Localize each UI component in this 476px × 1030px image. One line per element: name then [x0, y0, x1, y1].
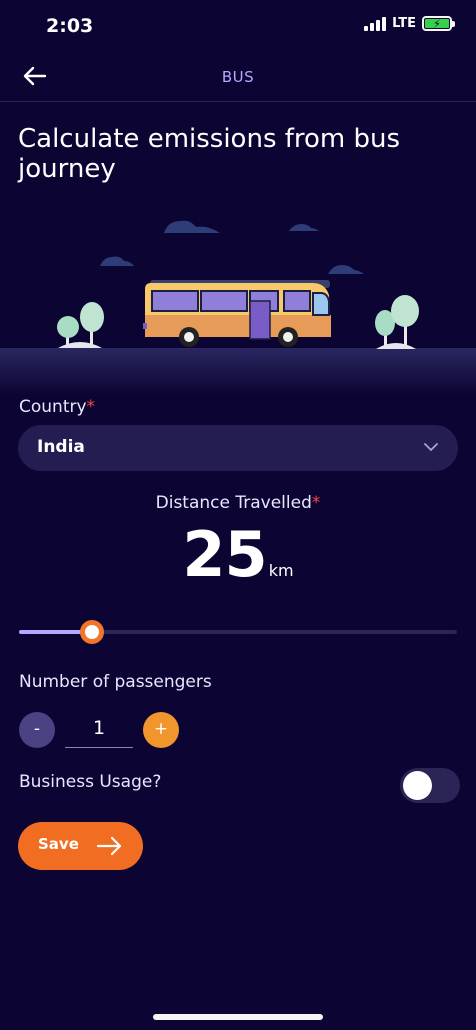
status-bar: 2:03 LTE ⚡: [0, 0, 476, 52]
distance-readout: 25 km: [0, 518, 476, 591]
decrement-button[interactable]: -: [19, 712, 55, 748]
save-label: Save: [38, 835, 79, 853]
passengers-label: Number of passengers: [19, 672, 212, 692]
distance-slider[interactable]: [19, 619, 457, 645]
page-title: Calculate emissions from bus journey: [18, 124, 401, 184]
passengers-input[interactable]: 1: [65, 714, 133, 748]
distance-label: Distance Travelled*: [155, 493, 321, 513]
tree-icon: [375, 295, 419, 349]
save-button[interactable]: Save: [18, 822, 143, 870]
country-value: India: [37, 437, 85, 457]
country-select[interactable]: India: [18, 425, 458, 471]
required-mark: *: [311, 493, 321, 513]
cloud-icon: [100, 220, 364, 274]
chevron-down-icon: [424, 443, 438, 452]
battery-icon: ⚡: [422, 16, 455, 31]
passengers-stepper: - 1 +: [19, 711, 181, 751]
country-label: Country*: [19, 397, 96, 417]
screen: 2:03 LTE ⚡ BUS Calculate emissions from …: [0, 0, 476, 1030]
status-time: 2:03: [46, 15, 94, 37]
distance-unit: km: [268, 561, 294, 580]
business-usage-label: Business Usage?: [19, 772, 162, 792]
tree-icon: [57, 302, 104, 348]
slider-thumb[interactable]: [80, 620, 105, 644]
distance-value: 25: [182, 518, 267, 591]
nav-bar: BUS: [0, 52, 476, 102]
business-usage-toggle[interactable]: [400, 768, 460, 803]
bus-icon: [143, 280, 331, 347]
required-mark: *: [86, 397, 96, 417]
status-indicators: LTE ⚡: [364, 16, 455, 31]
increment-button[interactable]: +: [143, 712, 179, 748]
arrow-right-icon: [96, 836, 122, 856]
signal-icon: [364, 16, 387, 31]
network-type: LTE: [392, 16, 416, 31]
bus-illustration: [0, 220, 476, 395]
nav-title: BUS: [221, 68, 255, 86]
toggle-knob: [403, 771, 432, 800]
home-indicator: [153, 1014, 323, 1020]
